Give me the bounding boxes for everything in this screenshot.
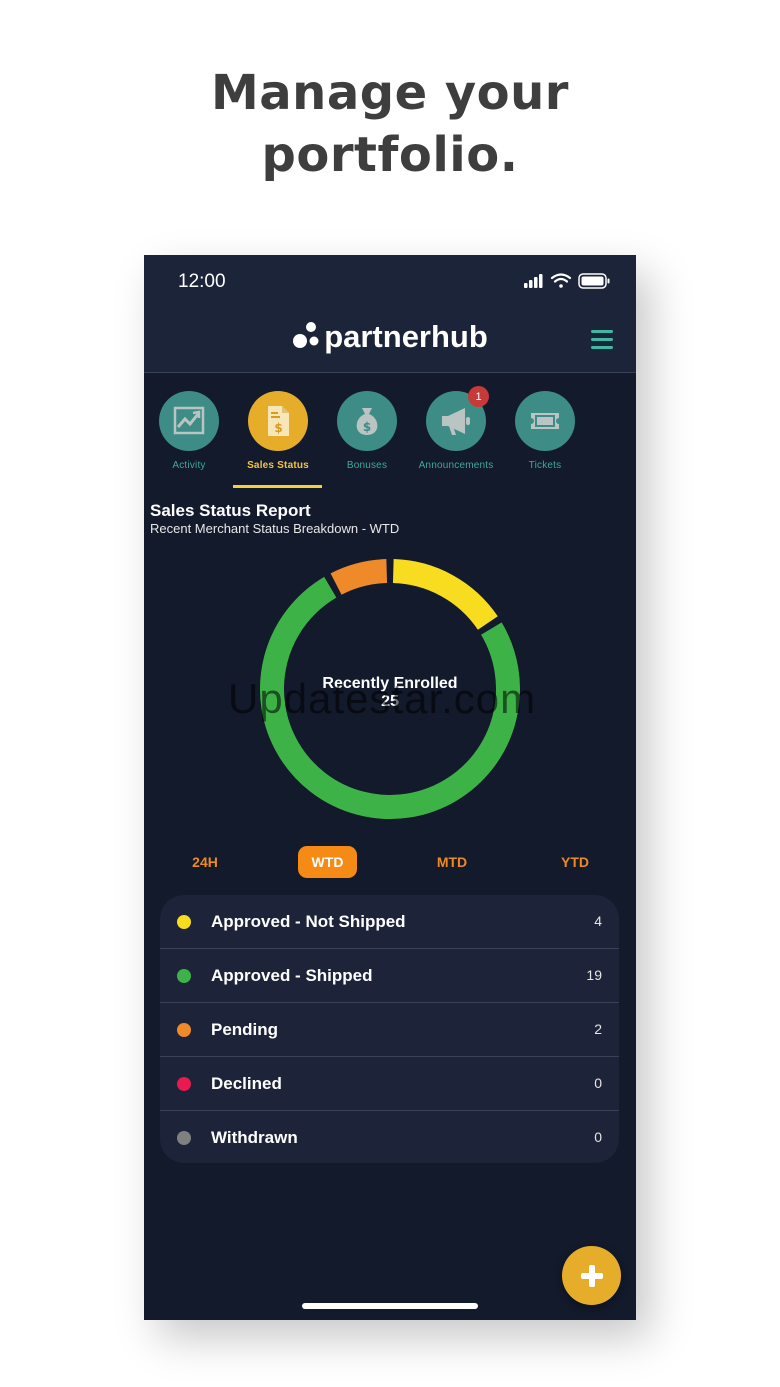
legend-row-declined[interactable]: Declined 0 xyxy=(160,1057,619,1111)
donut-segment-pending xyxy=(330,559,388,595)
legend-count: 0 xyxy=(594,1075,602,1091)
donut-center-label: Recently Enrolled 25 xyxy=(258,675,522,711)
tab-sales-status[interactable]: $ Sales Status xyxy=(233,391,323,471)
invoice-icon: $ xyxy=(268,406,289,436)
tab-tickets-label: Tickets xyxy=(528,460,562,471)
megaphone-icon xyxy=(442,408,470,435)
legend-row-approved-not-shipped[interactable]: Approved - Not Shipped 4 xyxy=(160,895,619,949)
time-range-selector: 24H WTD MTD YTD xyxy=(144,846,636,878)
tab-activity-label: Activity xyxy=(172,460,206,471)
tab-bonuses-circle: $ xyxy=(337,391,397,451)
home-indicator xyxy=(302,1303,478,1309)
money-bag-icon: $ xyxy=(356,408,378,435)
hamburger-menu-icon[interactable] xyxy=(591,330,613,349)
notification-badge: 1 xyxy=(468,386,489,407)
tab-sales-status-label: Sales Status xyxy=(247,460,309,471)
status-dot xyxy=(177,1077,191,1091)
ticket-icon xyxy=(531,413,559,429)
tab-tickets[interactable]: Tickets xyxy=(500,391,590,471)
promo-headline-line1: Manage your xyxy=(211,65,569,121)
wifi-icon xyxy=(550,273,572,288)
range-mtd[interactable]: MTD xyxy=(419,846,485,878)
report-title: Sales Status Report xyxy=(150,501,311,520)
menu-bar xyxy=(591,346,613,349)
menu-bar xyxy=(591,330,613,333)
tab-announcements-label: Announcements xyxy=(418,460,494,471)
tab-sales-status-circle: $ xyxy=(248,391,308,451)
active-tab-indicator xyxy=(233,485,322,488)
legend-row-approved-shipped[interactable]: Approved - Shipped 19 xyxy=(160,949,619,1003)
signal-icon xyxy=(524,274,543,288)
status-dot xyxy=(177,969,191,983)
donut-center-value: 25 xyxy=(381,693,399,710)
app-logo: partnerhub xyxy=(144,319,636,355)
svg-text:$: $ xyxy=(274,421,282,435)
chart-icon xyxy=(173,406,205,435)
menu-bar xyxy=(591,338,613,341)
tab-bonuses-label: Bonuses xyxy=(346,460,388,471)
svg-text:$: $ xyxy=(363,420,371,434)
tab-announcements-circle: 1 xyxy=(426,386,489,451)
legend-label: Withdrawn xyxy=(211,1128,298,1147)
phone-screen: 12:00 partnerhub Activity $ Sales Status… xyxy=(144,255,636,1320)
tab-tickets-circle xyxy=(515,391,575,451)
promo-headline: Manage your portfolio. xyxy=(0,62,780,186)
app-header: 12:00 partnerhub xyxy=(144,255,636,373)
tab-activity[interactable]: Activity xyxy=(144,391,234,471)
add-button[interactable] xyxy=(562,1246,621,1305)
legend-row-pending[interactable]: Pending 2 xyxy=(160,1003,619,1057)
legend-label: Approved - Not Shipped xyxy=(211,912,406,931)
tab-announcements[interactable]: 1 Announcements xyxy=(411,386,501,471)
range-ytd[interactable]: YTD xyxy=(542,846,608,878)
tab-activity-circle xyxy=(159,391,219,451)
donut-segment-approved-not-shipped xyxy=(392,559,498,630)
status-icons xyxy=(524,273,610,289)
status-legend-list: Approved - Not Shipped 4 Approved - Ship… xyxy=(160,895,619,1163)
legend-count: 0 xyxy=(594,1129,602,1145)
range-24h[interactable]: 24H xyxy=(172,846,238,878)
legend-count: 4 xyxy=(594,913,602,929)
legend-label: Declined xyxy=(211,1074,282,1093)
legend-row-withdrawn[interactable]: Withdrawn 0 xyxy=(160,1111,619,1163)
logo-dots-icon xyxy=(293,322,319,348)
battery-icon xyxy=(578,273,610,289)
tab-bonuses[interactable]: $ Bonuses xyxy=(322,391,412,471)
promo-headline-line2: portfolio. xyxy=(261,127,519,183)
legend-label: Approved - Shipped xyxy=(211,966,373,985)
plus-icon xyxy=(580,1264,603,1287)
section-tabs: Activity $ Sales Status $ Bonuses 1 Anno… xyxy=(144,386,636,491)
status-dot xyxy=(177,1023,191,1037)
report-subtitle: Recent Merchant Status Breakdown - WTD xyxy=(150,521,400,536)
legend-count: 19 xyxy=(586,967,602,983)
status-dot xyxy=(177,1131,191,1145)
legend-label: Pending xyxy=(211,1020,279,1039)
donut-center-title: Recently Enrolled xyxy=(322,675,458,692)
range-wtd[interactable]: WTD xyxy=(298,846,357,878)
status-time: 12:00 xyxy=(178,271,226,292)
legend-count: 2 xyxy=(594,1021,602,1037)
status-dot xyxy=(177,915,191,929)
app-logo-text: partnerhub xyxy=(324,319,488,354)
